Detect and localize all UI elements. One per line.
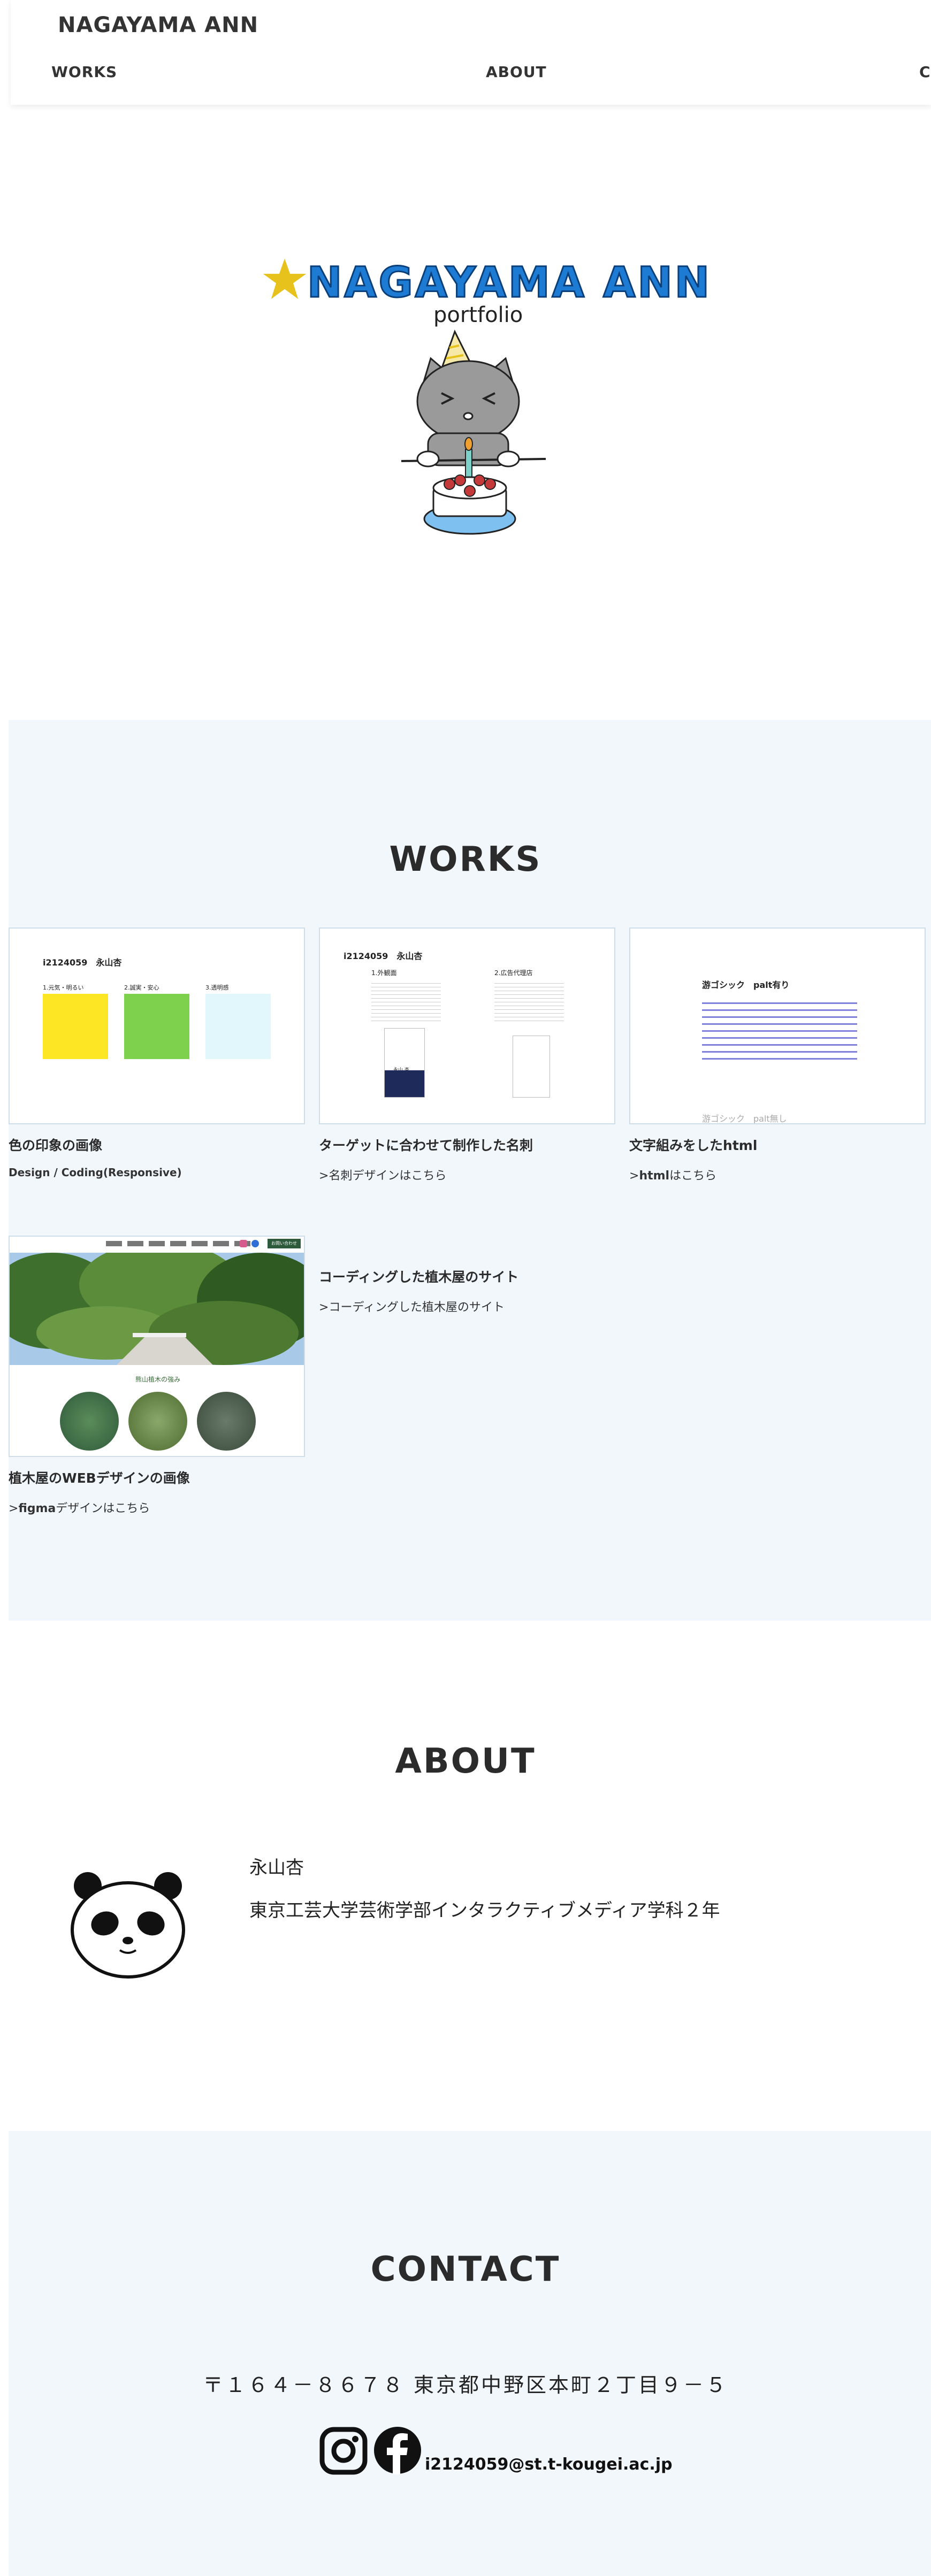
card-back xyxy=(513,1036,550,1098)
link-label: はこちら xyxy=(669,1169,717,1183)
work-link[interactable]: >htmlはこちら xyxy=(629,1166,716,1183)
card-band xyxy=(385,1070,424,1097)
thumb-label: 1.外観面 xyxy=(371,969,397,977)
about-affiliation: 東京工芸大学芸術学部インタラクティブメディア学科２年 xyxy=(249,1900,720,1921)
link-bold: figma xyxy=(18,1502,56,1515)
work-title: 文字組みをしたhtml xyxy=(629,1135,757,1154)
work-title: コーディングした植木屋のサイト xyxy=(319,1269,519,1285)
thumb-footer: 游ゴシック palt無し xyxy=(702,1114,787,1124)
thumb-name: i2124059 永山杏 xyxy=(43,957,122,968)
work-link[interactable]: >コーディングした植木屋のサイト xyxy=(319,1298,505,1315)
work-link[interactable]: Design / Coding(Responsive) xyxy=(9,1166,182,1179)
facebook-icon[interactable] xyxy=(373,2426,422,2474)
link-prefix: > xyxy=(319,1169,329,1183)
text-block xyxy=(494,980,564,1023)
mock-nav xyxy=(106,1241,250,1246)
work-thumbnail-color-impression[interactable]: i2124059 永山杏 1.元気・明るい 2.誠実・安心 3.透明感 xyxy=(9,927,305,1124)
nav-works[interactable]: WORKS xyxy=(51,63,117,81)
about-heading: ABOUT xyxy=(395,1742,536,1781)
star-icon xyxy=(263,258,307,299)
link-label: コーディングした植木屋のサイト xyxy=(329,1301,505,1314)
contact-section xyxy=(9,2131,931,2576)
cat-with-cake-illustration xyxy=(401,329,546,535)
work-title: 植木屋のWEBデザインの画像 xyxy=(9,1470,190,1486)
color-swatch-yellow xyxy=(43,994,108,1059)
work-title: ターゲットに合わせて制作した名刺 xyxy=(319,1138,533,1153)
instagram-icon[interactable] xyxy=(319,2426,368,2475)
mock-circle-photo xyxy=(60,1392,119,1451)
contact-address: 〒１６４－８６７８ 東京都中野区本町２丁目９－５ xyxy=(202,2373,729,2397)
contact-email[interactable]: i2124059@st.t-kougei.ac.jp xyxy=(425,2455,673,2474)
mock-contact-button: お問い合わせ xyxy=(268,1239,301,1248)
work-link[interactable]: >名刺デザインはこちら xyxy=(319,1166,446,1183)
works-heading: WORKS xyxy=(389,840,542,879)
mock-section-label: 熊山植木の強み xyxy=(135,1376,180,1383)
thumb-label: 3.透明感 xyxy=(205,984,229,991)
thumb-label: 2.誠実・安心 xyxy=(124,984,159,991)
work-thumbnail-business-card[interactable]: i2124059 永山杏 1.外観面 2.広告代理店 永山 杏 xyxy=(319,927,615,1124)
thumb-label: 1.元気・明るい xyxy=(43,984,84,991)
link-prefix: > xyxy=(9,1502,19,1515)
link-prefix: > xyxy=(629,1169,639,1183)
card-front: 永山 杏 xyxy=(384,1028,425,1098)
work-title: 色の印象の画像 xyxy=(9,1138,103,1153)
title-prefix: 文字組みをした xyxy=(629,1138,723,1153)
thumb-label: 2.広告代理店 xyxy=(494,969,533,977)
work-thumbnail-gardener-web[interactable]: お問い合わせ 熊山植木の強み xyxy=(9,1236,305,1457)
title-bold: html xyxy=(723,1138,758,1153)
link-label: デザインはこちら xyxy=(56,1502,150,1515)
link-prefix: > xyxy=(319,1301,329,1314)
nav-about[interactable]: ABOUT xyxy=(486,63,547,81)
color-swatch-lightblue xyxy=(205,994,271,1059)
link-label: 名刺デザインはこちら xyxy=(329,1169,447,1183)
link-bold: html xyxy=(639,1169,670,1183)
about-name: 永山杏 xyxy=(249,1857,304,1879)
text-block xyxy=(371,980,441,1023)
blue-text-block xyxy=(702,997,857,1060)
thumb-heading: 游ゴシック palt有り xyxy=(702,980,790,990)
mock-circle-photo xyxy=(197,1392,256,1451)
mock-facebook-icon xyxy=(251,1240,259,1247)
nav-contact[interactable]: C xyxy=(919,63,931,81)
thumb-name: i2124059 永山杏 xyxy=(344,951,423,961)
contact-heading: CONTACT xyxy=(370,2250,561,2289)
color-swatch-green xyxy=(124,994,189,1059)
work-thumbnail-typesetting[interactable]: 游ゴシック palt有り 游ゴシック palt無し xyxy=(629,927,926,1124)
mock-instagram-icon xyxy=(240,1240,247,1247)
mock-circle-photo xyxy=(128,1392,187,1451)
hero-title: NAGAYAMA ANN xyxy=(306,258,712,308)
site-brand[interactable]: NAGAYAMA ANN xyxy=(58,13,258,37)
panda-avatar xyxy=(71,1872,185,1979)
work-link[interactable]: >figmaデザインはこちら xyxy=(9,1499,150,1516)
garden-photo xyxy=(10,1253,304,1365)
